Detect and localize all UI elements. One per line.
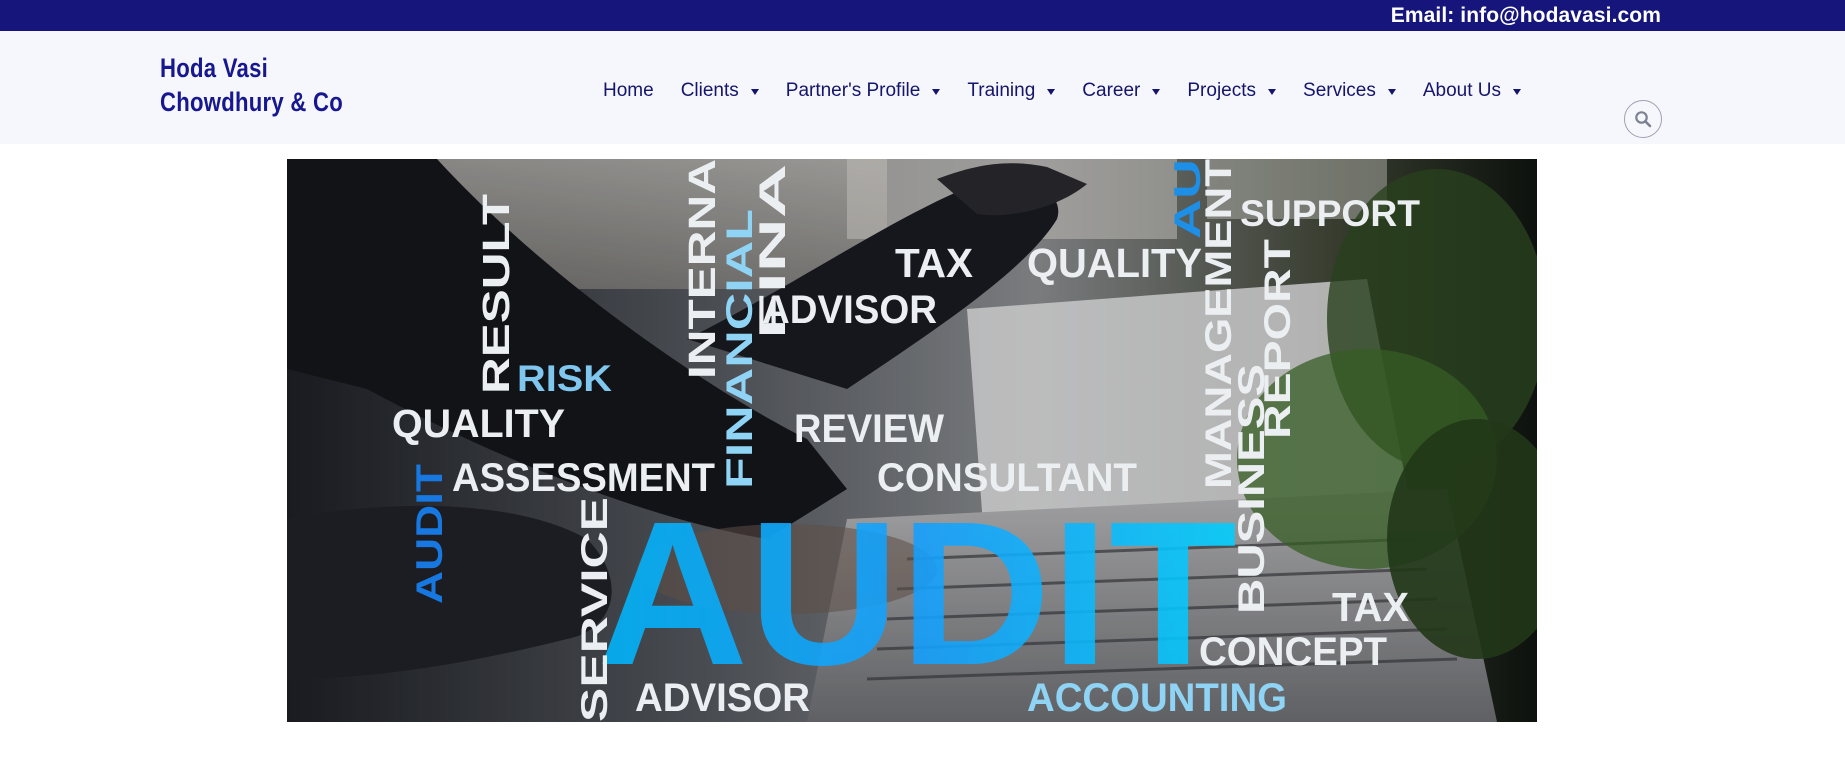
nav-item-partners-profile[interactable]: Partner's Profile <box>786 80 941 102</box>
caret-down-icon <box>932 89 941 95</box>
nav-item-career[interactable]: Career <box>1082 80 1161 102</box>
word-interna: INTERNA <box>682 159 724 379</box>
nav-item-label: About Us <box>1422 80 1502 101</box>
nav-item-label: Training <box>967 80 1036 101</box>
search-button[interactable] <box>1624 100 1662 138</box>
nav-item-label: Home <box>603 80 654 101</box>
caret-down-icon <box>750 89 759 95</box>
main-nav: Home Clients Partner's Profile Training … <box>603 75 1522 107</box>
hero-banner: AUDIT SUPPORT TAX QUALITY ADVISOR RISK Q… <box>287 159 1537 722</box>
top-bar: Email: info@hodavasi.com <box>0 0 1845 31</box>
word-fina: FINA <box>752 164 793 339</box>
word-review: REVIEW <box>794 407 944 451</box>
word-tax-bottom: TAX <box>1332 584 1409 630</box>
word-result: RESULT <box>476 194 518 394</box>
nav-item-services[interactable]: Services <box>1303 80 1396 102</box>
caret-down-icon <box>1387 89 1396 95</box>
word-report: REPORT <box>1257 238 1298 439</box>
audit-word-cloud-image: AUDIT SUPPORT TAX QUALITY ADVISOR RISK Q… <box>287 159 1537 722</box>
caret-down-icon <box>1047 89 1056 95</box>
word-quality-top: QUALITY <box>1027 240 1202 286</box>
caret-down-icon <box>1152 89 1161 95</box>
word-risk: RISK <box>517 358 612 399</box>
site-header: Hoda Vasi Chowdhury & Co Home Clients Pa… <box>0 31 1845 144</box>
nav-item-label: Partner's Profile <box>785 80 921 101</box>
nav-item-clients[interactable]: Clients <box>681 80 759 102</box>
site-logo[interactable]: Hoda Vasi Chowdhury & Co <box>160 51 343 119</box>
word-assessment: ASSESSMENT <box>452 456 715 500</box>
contact-email[interactable]: Email: info@hodavasi.com <box>1391 4 1661 28</box>
word-tax-top: TAX <box>895 240 973 286</box>
word-consultant: CONSULTANT <box>877 456 1137 500</box>
nav-item-label: Services <box>1303 80 1376 101</box>
word-audit-small: AUDIT <box>409 464 450 604</box>
word-service: SERVICE <box>574 497 615 722</box>
nav-item-home[interactable]: Home <box>603 80 654 102</box>
logo-line-1: Hoda Vasi <box>160 53 269 83</box>
word-support: SUPPORT <box>1240 193 1420 234</box>
nav-item-about-us[interactable]: About Us <box>1422 80 1522 102</box>
nav-item-projects[interactable]: Projects <box>1187 80 1277 102</box>
word-quality-left: QUALITY <box>392 402 565 446</box>
nav-item-label: Career <box>1082 80 1141 101</box>
word-advisor-bottom: ADVISOR <box>635 676 810 720</box>
word-au: AU <box>1167 159 1208 239</box>
word-concept: CONCEPT <box>1199 630 1387 674</box>
logo-line-2: Chowdhury & Co <box>160 87 344 117</box>
caret-down-icon <box>1268 89 1277 95</box>
caret-down-icon <box>1513 89 1522 95</box>
nav-item-label: Clients <box>680 80 739 101</box>
nav-item-label: Projects <box>1187 80 1257 101</box>
word-accounting: ACCOUNTING <box>1027 676 1287 720</box>
nav-item-training[interactable]: Training <box>967 80 1056 102</box>
search-icon <box>1635 111 1652 128</box>
word-audit-big: AUDIT <box>597 479 1237 708</box>
